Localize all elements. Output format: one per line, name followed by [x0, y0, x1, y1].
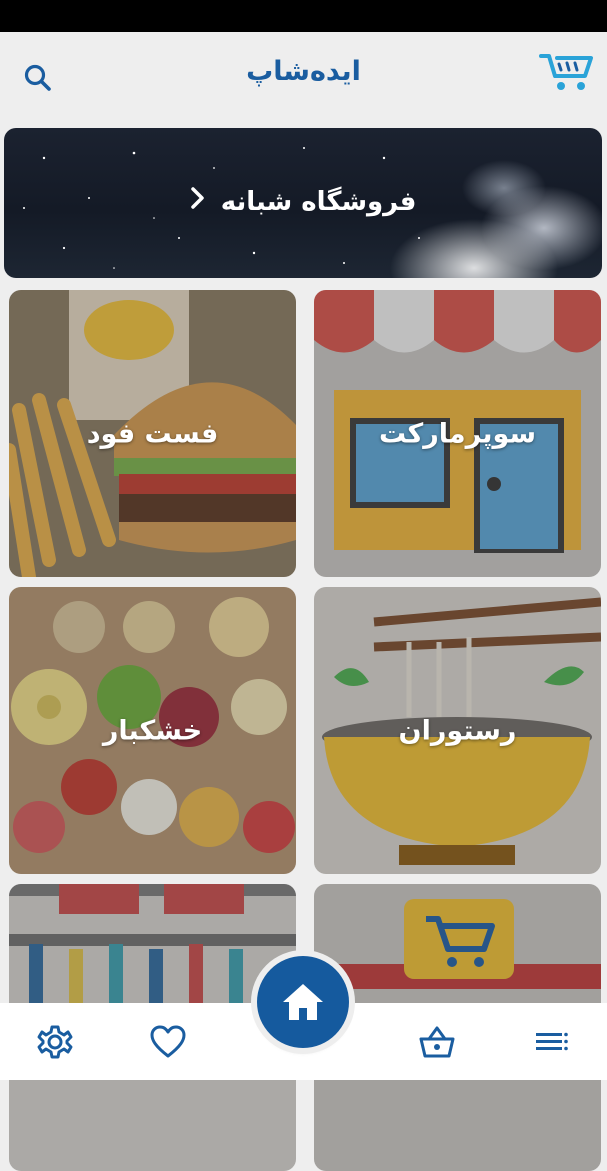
- nav-favorites[interactable]: [149, 1023, 187, 1061]
- nav-menu[interactable]: [532, 1023, 570, 1061]
- basket-icon: [419, 1026, 455, 1058]
- category-tile-supermarket[interactable]: سوپرمارکت: [314, 290, 601, 577]
- category-label: فست فود: [86, 418, 219, 449]
- night-shop-banner[interactable]: فروشگاه شبانه: [4, 128, 602, 278]
- category-tile-fast-food[interactable]: فست فود: [9, 290, 296, 577]
- page-title: ایده‌شاپ: [246, 56, 361, 87]
- app-logo[interactable]: [537, 46, 595, 96]
- heart-icon: [150, 1025, 186, 1058]
- shopping-cart-logo-icon: [539, 54, 593, 90]
- category-label: رستوران: [398, 715, 517, 746]
- app-bar: ایده‌شاپ: [0, 32, 607, 122]
- home-icon: [283, 984, 323, 1020]
- category-tile-dried-fruits[interactable]: خشکبار: [9, 587, 296, 874]
- category-tile-restaurant[interactable]: رستوران: [314, 587, 601, 874]
- category-label: سوپرمارکت: [378, 418, 537, 449]
- chevron-right-icon: [190, 186, 206, 217]
- banner-title: فروشگاه شبانه: [4, 186, 602, 217]
- category-label: خشکبار: [102, 715, 203, 746]
- nav-basket[interactable]: [418, 1023, 456, 1061]
- banner-label: فروشگاه شبانه: [220, 187, 417, 217]
- settings-icon: [37, 1025, 73, 1059]
- menu-icon: [536, 1032, 568, 1051]
- status-bar: [0, 0, 607, 32]
- nav-settings[interactable]: [36, 1023, 74, 1061]
- home-button[interactable]: [257, 956, 349, 1048]
